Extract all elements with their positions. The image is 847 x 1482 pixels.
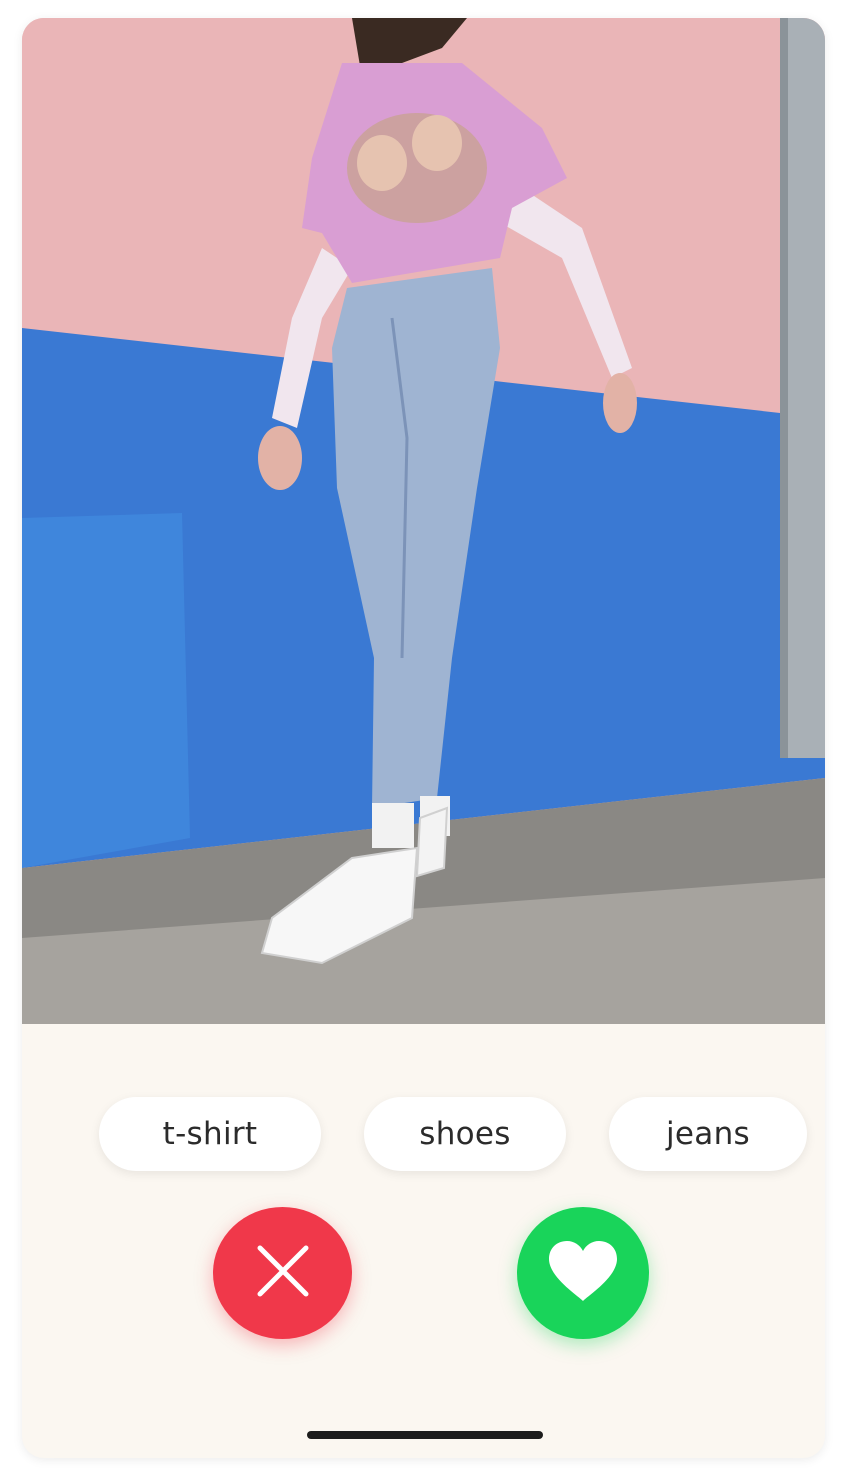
tag-row: t-shirt shoes jeans [22,1097,825,1173]
like-button[interactable] [517,1207,649,1339]
heart-icon [547,1239,619,1307]
home-indicator [307,1431,543,1439]
outfit-photo [22,18,825,1024]
tag-chip-shoes[interactable]: shoes [364,1097,566,1171]
tag-chip-t-shirt[interactable]: t-shirt [99,1097,321,1171]
close-icon [256,1244,310,1302]
outfit-card[interactable]: t-shirt shoes jeans [22,18,825,1458]
reject-button[interactable] [213,1207,352,1339]
tag-chip-jeans[interactable]: jeans [609,1097,807,1171]
